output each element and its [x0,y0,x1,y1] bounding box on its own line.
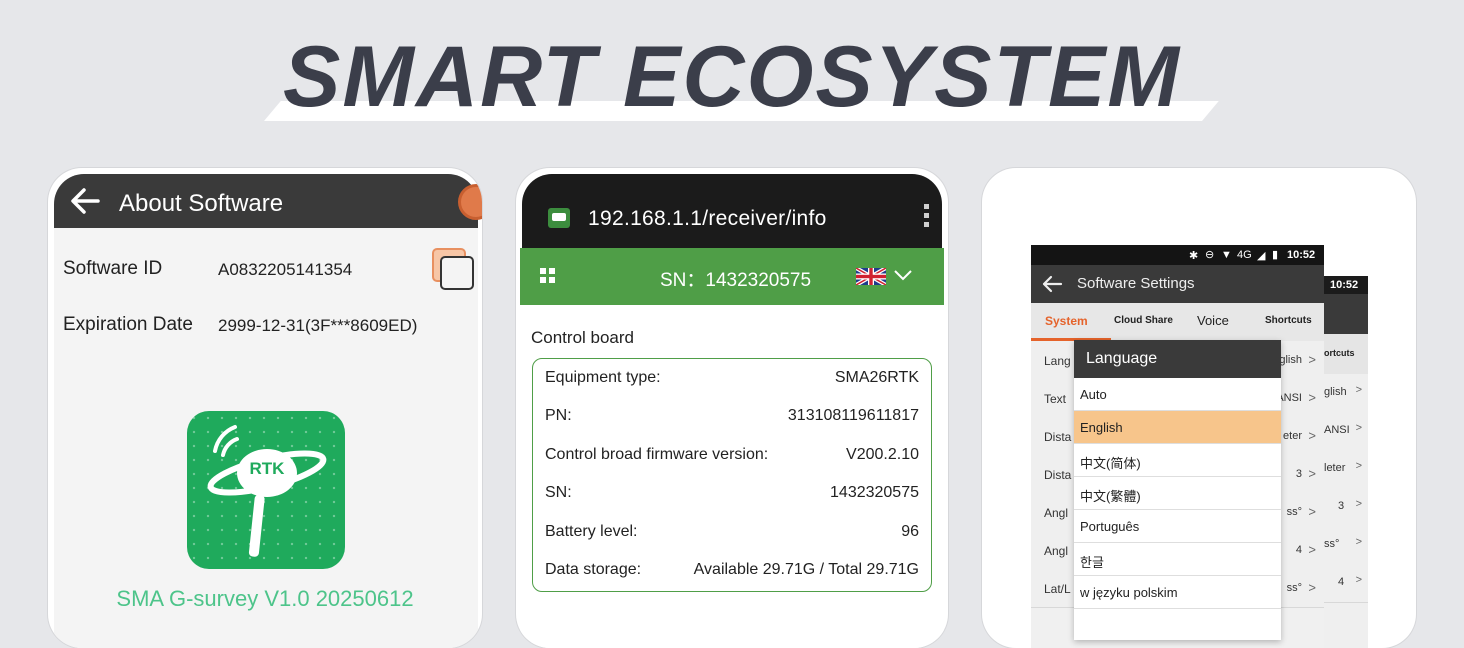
info-label: Control broad firmware version: [545,446,769,463]
url-text[interactable]: 192.168.1.1/receiver/info [588,207,827,231]
settings-header: Software Settings [1031,265,1324,303]
browser-bar: 192.168.1.1/receiver/info [522,174,942,248]
settings-tabs: System Cloud Share Voice Shortcuts [1031,303,1324,341]
app-version-caption: SMA G-survey V1.0 20250612 [116,586,414,611]
language-option[interactable]: 한글 [1074,543,1281,576]
site-favicon-icon [548,208,570,228]
control-board-panel: Equipment type: SMA26RTK PN: 31310811961… [532,358,932,592]
dialog-title: Language [1086,350,1158,367]
info-value: SMA26RTK [834,369,919,386]
info-value: 96 [901,523,919,540]
chevron-right-icon: > [1308,504,1316,519]
back-arrow-icon[interactable] [68,184,102,218]
wifi-icon: ▼ [1221,249,1232,261]
info-value: V200.2.10 [846,446,919,463]
software-id-label: Software ID [63,258,163,279]
tab-cloud-share[interactable]: Cloud Share [1114,315,1173,326]
info-body: Control board Equipment type: SMA26RTK P… [520,305,944,648]
dnd-icon: ⊖ [1205,249,1215,261]
logo-text: RTK [250,459,286,478]
chevron-down-icon[interactable] [892,264,914,286]
expiration-date-label: Expiration Date [63,314,193,335]
section-title: Control board [531,328,635,347]
more-menu-icon[interactable] [924,204,930,232]
chevron-right-icon: > [1308,352,1316,367]
page-title: About Software [119,190,284,217]
back-arrow-icon[interactable] [1041,274,1063,294]
language-option[interactable]: 中文(繁體) [1074,477,1281,510]
dialog-header: Language [1074,340,1281,378]
battery-icon: ▮ [1272,249,1279,261]
language-option-selected[interactable]: English [1074,411,1281,444]
chevron-right-icon: > [1308,428,1316,443]
info-value: 313108119611817 [787,407,919,424]
chevron-right-icon: > [1308,580,1316,595]
signal-icon: ◢ [1257,250,1266,262]
copy-icon[interactable] [440,256,474,290]
app-header: About Software [54,174,482,228]
network-type: 4G [1237,249,1252,261]
background-row: glish > [1324,374,1368,413]
chevron-right-icon: > [1308,542,1316,557]
info-label: Battery level: [545,523,638,540]
info-label: Data storage: [545,561,642,578]
grid-menu-icon[interactable] [540,268,556,284]
background-tab-label: ortcuts [1324,348,1355,358]
expiration-date-value: 2999-12-31(3F***8609ED) [218,316,418,335]
language-option[interactable]: w języku polskim [1074,576,1281,609]
background-header [1324,294,1368,334]
rtk-satellite-icon: RTK [207,425,327,557]
background-row: 4 > [1324,564,1368,603]
settings-title: Software Settings [1077,275,1195,292]
receiver-info-card: 192.168.1.1/receiver/info SN：1432320575 … [516,168,948,648]
device-bar: SN：1432320575 [520,248,944,305]
rtk-app-logo: RTK [187,411,345,569]
uk-flag-icon[interactable] [856,268,886,285]
serial-number-header: SN：1432320575 [660,270,812,291]
language-option[interactable]: 中文(简体) [1074,444,1281,477]
software-settings-card: 10:52 ortcuts glish > ANSI > leter > 3 > ss°… [982,168,1416,648]
status-time: 10:52 [1287,249,1316,261]
info-label: SN: [545,484,572,501]
info-value: 1432320575 [830,484,919,501]
info-label: PN: [545,407,572,424]
chevron-right-icon: > [1308,390,1316,405]
tab-shortcuts[interactable]: Shortcuts [1265,315,1312,326]
background-row: ANSI > [1324,412,1368,451]
bluetooth-icon: ✱ [1189,250,1199,262]
banner-title: SMART ECOSYSTEM [282,29,1182,125]
language-option[interactable]: Português [1074,510,1281,543]
background-row: ss° > [1324,526,1368,565]
info-label: Equipment type: [545,369,661,386]
tab-voice[interactable]: Voice [1197,313,1229,328]
tab-system[interactable]: System [1045,314,1088,328]
info-value: Available 29.71G / Total 29.71G [693,561,919,578]
chevron-right-icon: > [1308,466,1316,481]
status-bar: ✱ ⊖ ▼ 4G ◢ ▮ 10:52 [1031,245,1324,265]
floating-record-icon[interactable] [458,184,482,220]
background-tabs: ortcuts [1324,334,1368,374]
background-row: 3 > [1324,488,1368,527]
background-row: leter > [1324,450,1368,489]
background-status-bar: 10:52 [1324,276,1368,294]
software-id-value: A0832205141354 [218,260,353,279]
language-option[interactable]: Auto [1074,378,1281,411]
background-status-time: 10:52 [1330,279,1359,291]
about-software-card: About Software Software ID A083220514135… [48,168,482,648]
language-dialog: Language Auto English 中文(简体) 中文(繁體) Port… [1074,340,1281,640]
